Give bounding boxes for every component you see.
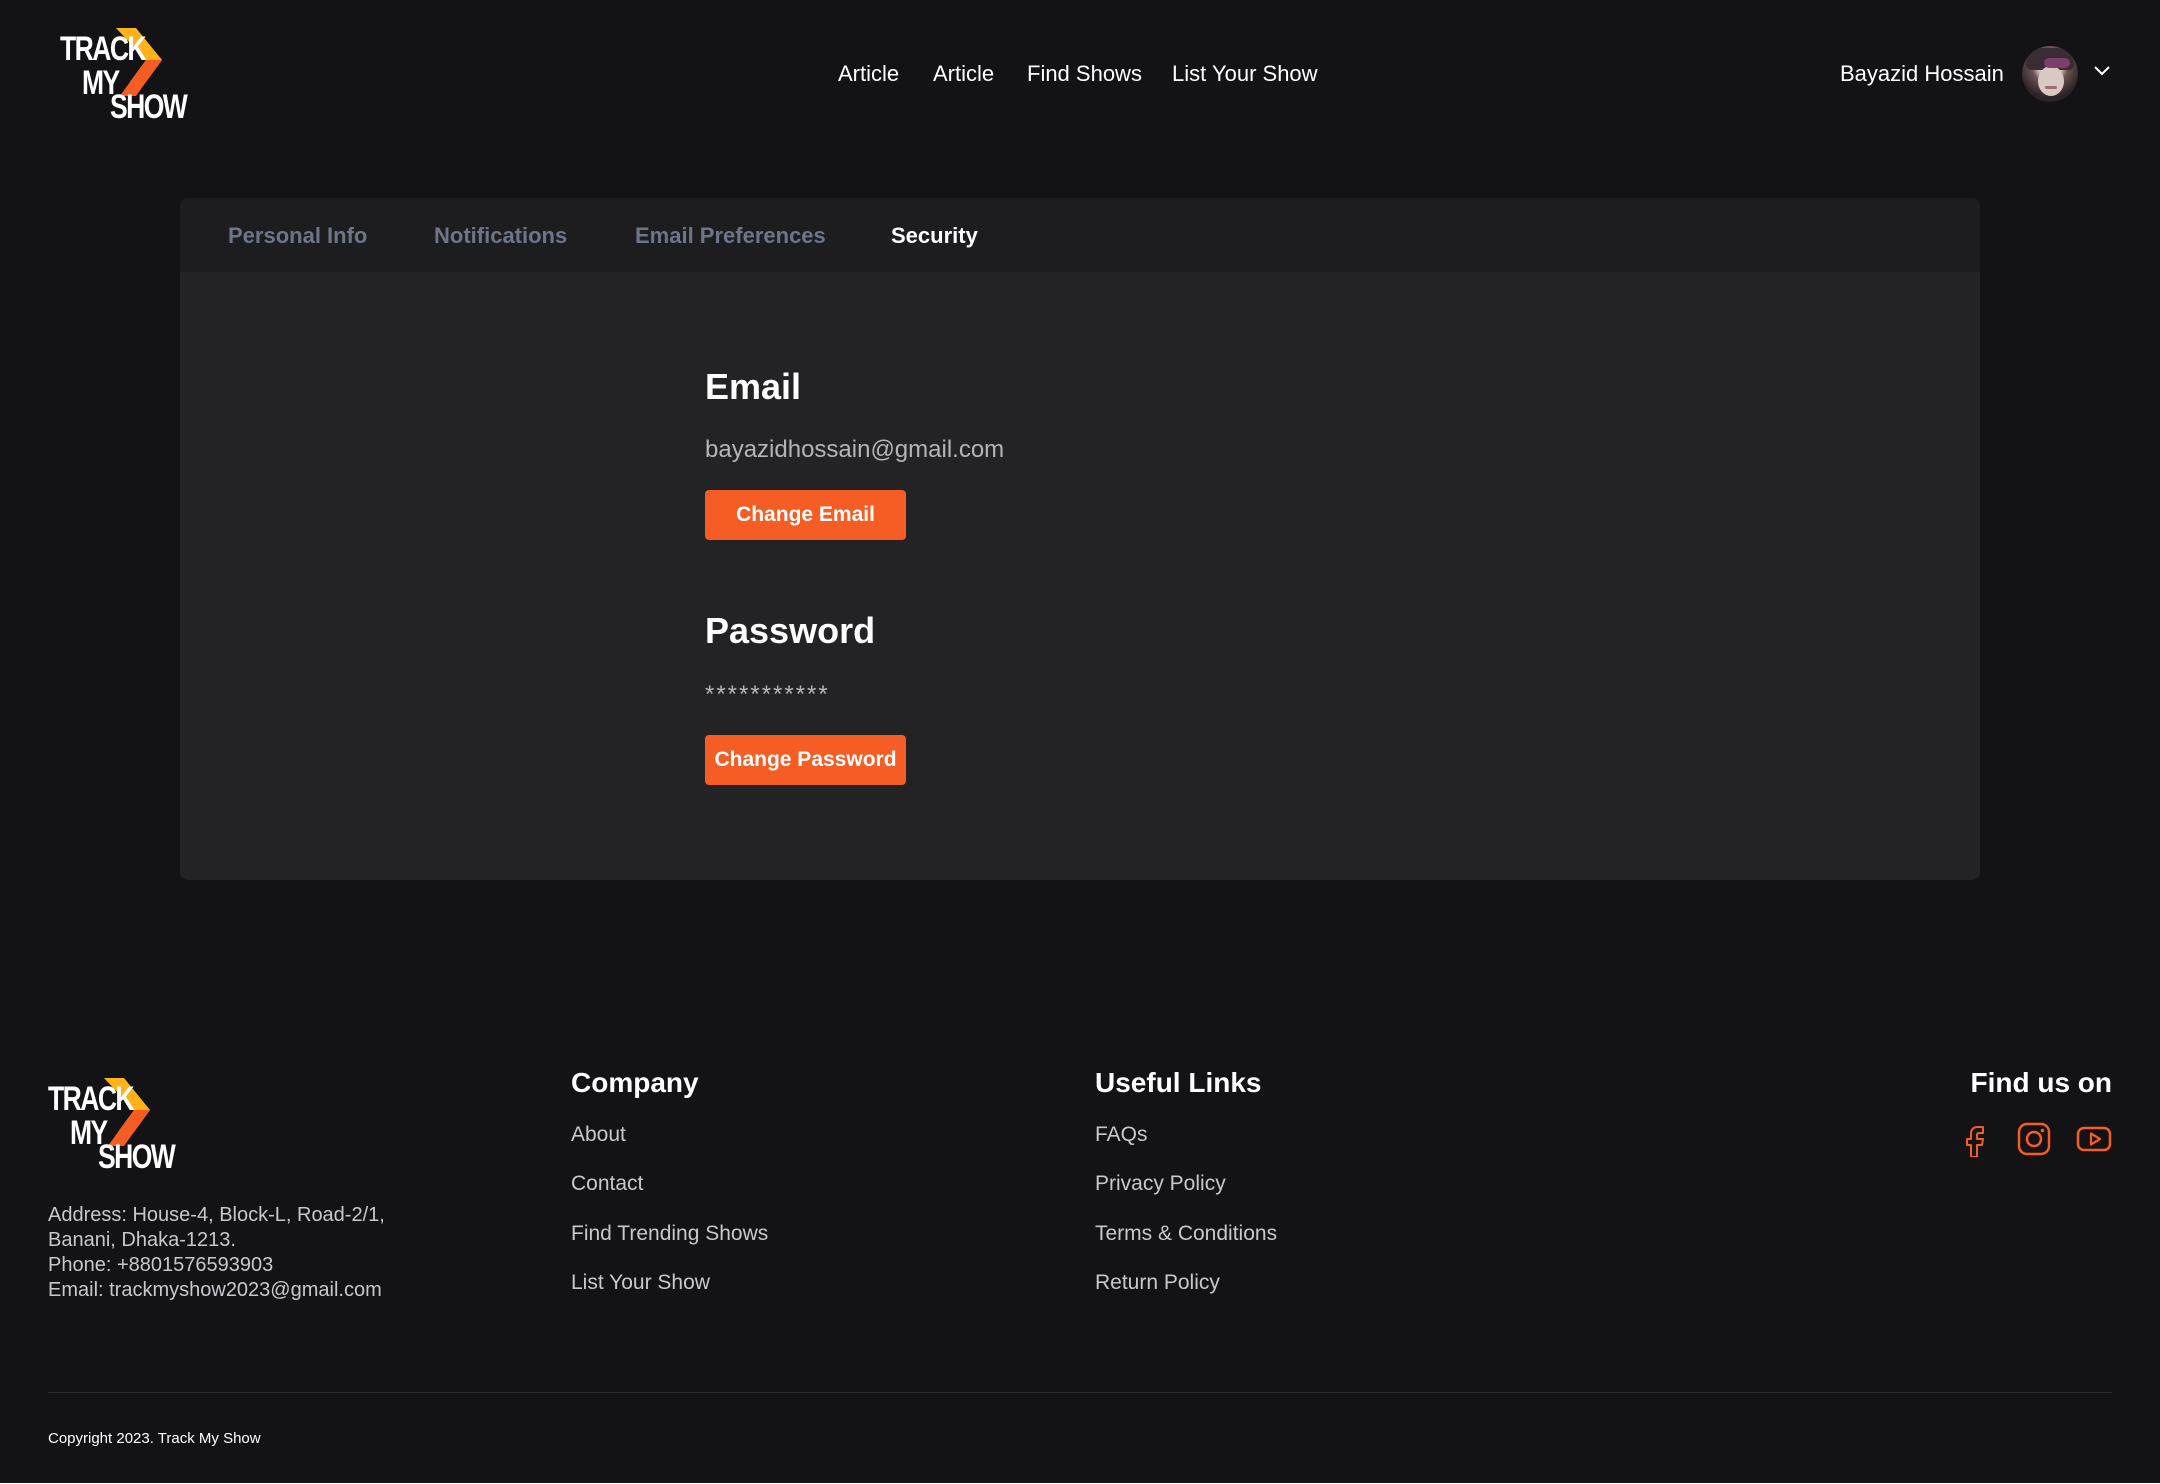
company-title: Company [571, 1067, 699, 1098]
settings-card: Personal Info Notifications Email Prefer… [180, 198, 1980, 880]
copyright-text: Copyright 2023. Track My Show [48, 1430, 261, 1447]
address-line: Address: House-4, Block-L, Road-2/1, [48, 1204, 385, 1226]
footer-divider [48, 1392, 2112, 1393]
password-value: *********** [705, 681, 830, 708]
tab-notifications[interactable]: Notifications [434, 223, 567, 249]
logo-text-track: TRACK [48, 1080, 135, 1118]
find-us-title: Find us on [1970, 1067, 2112, 1098]
footer-link-list-your-show[interactable]: List Your Show [571, 1271, 710, 1295]
footer-link-contact[interactable]: Contact [571, 1172, 643, 1196]
chevron-down-icon[interactable] [2092, 64, 2112, 78]
footer-link-terms-conditions[interactable]: Terms & Conditions [1095, 1222, 1277, 1246]
settings-tabs: Personal Info Notifications Email Prefer… [180, 198, 1980, 272]
instagram-icon[interactable] [2016, 1121, 2052, 1157]
tab-security[interactable]: Security [891, 223, 978, 249]
tab-email-preferences[interactable]: Email Preferences [635, 223, 826, 249]
footer-link-return-policy[interactable]: Return Policy [1095, 1271, 1220, 1295]
logo-text-show: SHOW [98, 1138, 176, 1176]
change-password-button[interactable]: Change Password [705, 735, 906, 785]
nav-link-article-2[interactable]: Article [933, 61, 994, 87]
nav-link-list-your-show[interactable]: List Your Show [1172, 61, 1318, 87]
tab-personal-info[interactable]: Personal Info [228, 223, 367, 249]
nav-link-article-1[interactable]: Article [838, 61, 899, 87]
address-line: Banani, Dhaka-1213. [48, 1229, 236, 1251]
facebook-icon[interactable] [1957, 1121, 1993, 1157]
change-email-button[interactable]: Change Email [705, 490, 906, 540]
footer-address: Address: House-4, Block-L, Road-2/1, Ban… [48, 1203, 385, 1303]
useful-links-title: Useful Links [1095, 1067, 1262, 1098]
phone-line: Phone: +8801576593903 [48, 1254, 274, 1276]
user-name[interactable]: Bayazid Hossain [1840, 61, 2004, 87]
main-nav: Article Article Find Shows List Your Sho… [0, 61, 2160, 91]
footer-logo[interactable]: TRACK MY SHOW [48, 1078, 176, 1178]
logo-text-show: SHOW [110, 88, 188, 126]
avatar[interactable] [2022, 46, 2078, 102]
footer-link-faqs[interactable]: FAQs [1095, 1123, 1148, 1147]
password-section-title: Password [705, 610, 876, 651]
email-section-title: Email [705, 366, 802, 407]
footer-link-about[interactable]: About [571, 1123, 626, 1147]
nav-link-find-shows[interactable]: Find Shows [1027, 61, 1142, 87]
email-value: bayazidhossain@gmail.com [705, 436, 1005, 463]
youtube-icon[interactable] [2076, 1121, 2112, 1157]
email-line: Email: trackmyshow2023@gmail.com [48, 1279, 382, 1301]
footer-link-find-trending-shows[interactable]: Find Trending Shows [571, 1222, 768, 1246]
footer-link-privacy-policy[interactable]: Privacy Policy [1095, 1172, 1226, 1196]
